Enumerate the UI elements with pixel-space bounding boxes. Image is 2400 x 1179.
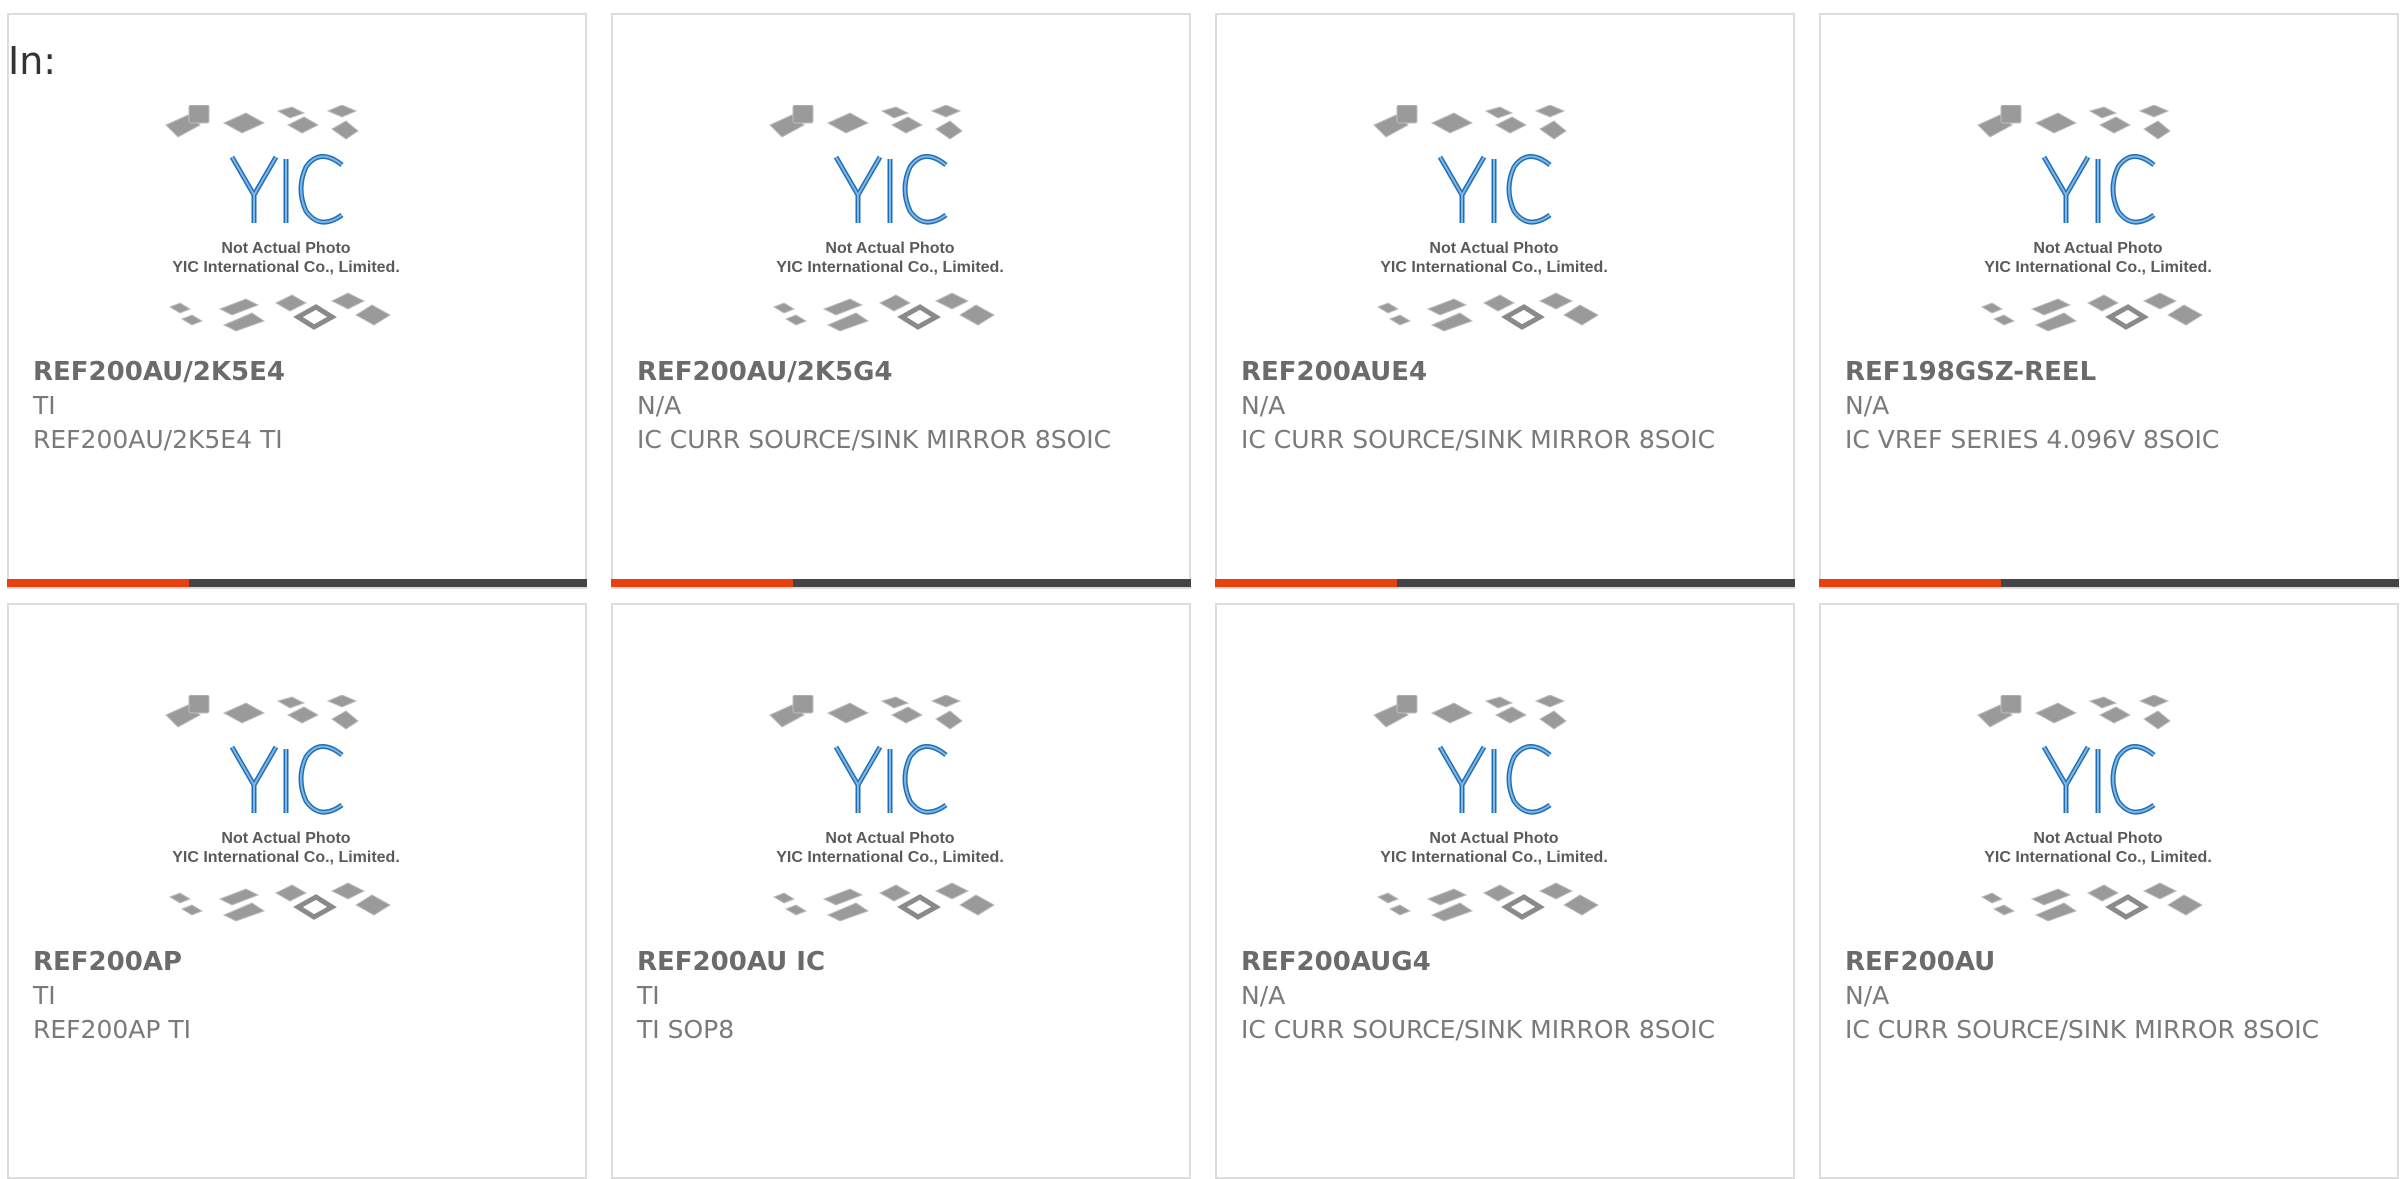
product-placeholder-image: Not Actual Photo YIC International Co., … bbox=[1977, 695, 2212, 922]
svg-text:YIC International Co., Limited: YIC International Co., Limited. bbox=[776, 259, 1004, 276]
product-placeholder-image: Not Actual Photo YIC International Co., … bbox=[1977, 105, 2212, 332]
product-placeholder-image: Not Actual Photo YIC International Co., … bbox=[769, 105, 1004, 332]
part-number[interactable]: REF200AU/2K5E4 bbox=[33, 355, 553, 389]
product-placeholder-image: Not Actual Photo YIC International Co., … bbox=[1373, 695, 1608, 922]
product-placeholder-image: Not Actual Photo YIC International Co., … bbox=[769, 695, 1004, 922]
svg-text:Not Actual Photo: Not Actual Photo bbox=[1429, 240, 1558, 257]
product-placeholder-image: Not Actual Photo YIC International Co., … bbox=[1373, 105, 1608, 332]
description: IC CURR SOURCE/SINK MIRROR 8SOIC bbox=[1845, 1015, 2320, 1044]
manufacturer: TI bbox=[33, 981, 56, 1010]
manufacturer: N/A bbox=[1845, 981, 1890, 1010]
description: IC CURR SOURCE/SINK MIRROR 8SOIC bbox=[1241, 425, 1716, 454]
svg-text:Not Actual Photo: Not Actual Photo bbox=[2033, 240, 2162, 257]
description: IC VREF SERIES 4.096V 8SOIC bbox=[1845, 425, 2220, 454]
svg-text:Not Actual Photo: Not Actual Photo bbox=[221, 830, 350, 847]
part-number[interactable]: REF198GSZ-REEL bbox=[1845, 355, 2365, 389]
part-number[interactable]: REF200AUE4 bbox=[1241, 355, 1761, 389]
product-card[interactable]: Not Actual Photo YIC International Co., … bbox=[611, 13, 1191, 589]
svg-text:Not Actual Photo: Not Actual Photo bbox=[2033, 830, 2162, 847]
svg-text:YIC International Co., Limited: YIC International Co., Limited. bbox=[1380, 259, 1608, 276]
description: REF200AU/2K5E4 TI bbox=[33, 425, 283, 454]
manufacturer: TI bbox=[637, 981, 660, 1010]
manufacturer: N/A bbox=[1241, 981, 1286, 1010]
card-accent bbox=[611, 579, 793, 587]
card-bottom-bar bbox=[1215, 579, 1795, 587]
manufacturer: N/A bbox=[1845, 391, 1890, 420]
product-card[interactable]: Not Actual Photo YIC International Co., … bbox=[611, 603, 1191, 1179]
product-card[interactable]: Not Actual Photo YIC International Co., … bbox=[1819, 13, 2399, 589]
card-bottom-bar bbox=[611, 579, 1191, 587]
card-bottom-bar bbox=[7, 579, 587, 587]
svg-text:YIC International Co., Limited: YIC International Co., Limited. bbox=[1984, 259, 2212, 276]
product-card[interactable]: Not Actual Photo YIC International Co., … bbox=[7, 13, 587, 589]
description: IC CURR SOURCE/SINK MIRROR 8SOIC bbox=[1241, 1015, 1716, 1044]
card-accent bbox=[1215, 579, 1397, 587]
product-placeholder-image: Not Actual Photo YIC International Co., … bbox=[165, 695, 400, 922]
filter-label: In: bbox=[8, 39, 57, 83]
svg-text:Not Actual Photo: Not Actual Photo bbox=[221, 240, 350, 257]
card-accent bbox=[7, 579, 189, 587]
product-placeholder-image: Not Actual Photo YIC International Co., … bbox=[165, 105, 400, 332]
svg-text:Not Actual Photo: Not Actual Photo bbox=[1429, 830, 1558, 847]
part-number[interactable]: REF200AP bbox=[33, 945, 553, 979]
svg-text:YIC International Co., Limited: YIC International Co., Limited. bbox=[172, 849, 400, 866]
product-card[interactable]: Not Actual Photo YIC International Co., … bbox=[7, 603, 587, 1179]
description: TI SOP8 bbox=[637, 1015, 735, 1044]
card-accent bbox=[1819, 579, 2001, 587]
manufacturer: N/A bbox=[1241, 391, 1286, 420]
svg-text:YIC International Co., Limited: YIC International Co., Limited. bbox=[776, 849, 1004, 866]
card-bottom-bar bbox=[1819, 579, 2399, 587]
product-card[interactable]: Not Actual Photo YIC International Co., … bbox=[1819, 603, 2399, 1179]
manufacturer: TI bbox=[33, 391, 56, 420]
description: IC CURR SOURCE/SINK MIRROR 8SOIC bbox=[637, 425, 1112, 454]
product-card[interactable]: Not Actual Photo YIC International Co., … bbox=[1215, 13, 1795, 589]
part-number[interactable]: REF200AU IC bbox=[637, 945, 1157, 979]
svg-text:YIC International Co., Limited: YIC International Co., Limited. bbox=[1380, 849, 1608, 866]
description: REF200AP TI bbox=[33, 1015, 192, 1044]
svg-text:YIC International Co., Limited: YIC International Co., Limited. bbox=[172, 259, 400, 276]
part-number[interactable]: REF200AU bbox=[1845, 945, 2365, 979]
part-number[interactable]: REF200AUG4 bbox=[1241, 945, 1761, 979]
svg-text:Not Actual Photo: Not Actual Photo bbox=[825, 830, 954, 847]
manufacturer: N/A bbox=[637, 391, 682, 420]
svg-text:YIC International Co., Limited: YIC International Co., Limited. bbox=[1984, 849, 2212, 866]
part-number[interactable]: REF200AU/2K5G4 bbox=[637, 355, 1157, 389]
product-card[interactable]: Not Actual Photo YIC International Co., … bbox=[1215, 603, 1795, 1179]
svg-text:Not Actual Photo: Not Actual Photo bbox=[825, 240, 954, 257]
